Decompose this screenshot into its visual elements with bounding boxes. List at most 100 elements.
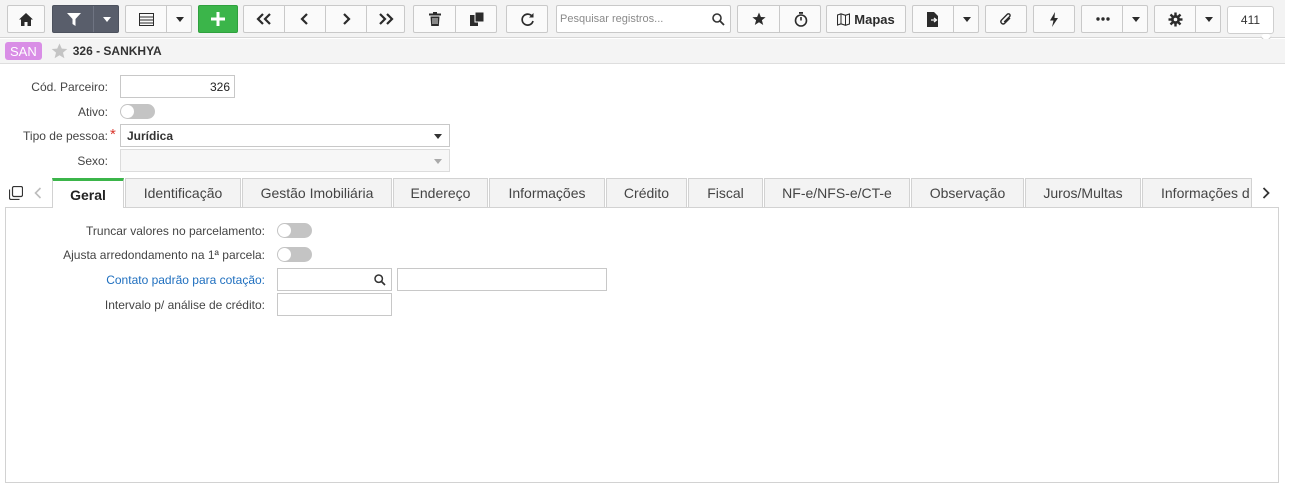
settings-dropdown-icon[interactable] — [1205, 17, 1213, 22]
paperclip-icon — [1000, 12, 1011, 25]
record-title: 326 - SANKHYA — [72, 44, 162, 58]
tab-fiscal[interactable]: Fiscal — [688, 178, 763, 207]
first-icon — [256, 13, 271, 25]
favorite-star-icon[interactable] — [51, 43, 68, 59]
more-dropdown-icon[interactable] — [1132, 17, 1140, 22]
tab-label: Geral — [70, 186, 106, 203]
tab-label: Gestão Imobiliária — [260, 185, 374, 201]
refresh-button[interactable] — [506, 5, 548, 33]
ajusta-label: Ajusta arredondamento na 1ª parcela: — [63, 248, 265, 262]
cod-parceiro-value: 326 — [209, 80, 230, 94]
tab-identificacao[interactable]: Identificação — [125, 178, 241, 207]
ativo-toggle[interactable] — [120, 104, 155, 119]
grid-view-button[interactable] — [125, 5, 192, 33]
settings-button[interactable] — [1154, 5, 1221, 33]
map-icon — [837, 12, 851, 26]
tab-observacao[interactable]: Observação — [911, 178, 1024, 207]
cod-parceiro-label: Cód. Parceiro: — [31, 80, 108, 94]
home-icon — [19, 12, 33, 26]
chevron-right-icon[interactable] — [1262, 187, 1270, 199]
tab-geral[interactable]: Geral — [52, 178, 124, 208]
tab-label: Identificação — [143, 185, 223, 201]
gear-icon — [1168, 12, 1183, 27]
trash-icon — [428, 12, 441, 26]
add-icon — [211, 12, 225, 26]
record-actions-group — [413, 5, 497, 33]
maps-label: Mapas — [854, 11, 895, 27]
chevron-down-icon — [434, 159, 442, 164]
cod-parceiro-field[interactable]: 326 — [120, 75, 235, 98]
previous-record-button[interactable] — [285, 6, 325, 32]
export-button[interactable] — [912, 5, 979, 33]
search-icon[interactable] — [712, 13, 725, 26]
favorites-timer-group — [737, 5, 821, 33]
truncar-toggle[interactable] — [277, 223, 312, 238]
export-dropdown-icon[interactable] — [963, 17, 971, 22]
next-record-button[interactable] — [326, 6, 366, 32]
intervalo-label: Intervalo p/ análise de crédito: — [104, 298, 265, 312]
first-record-button[interactable] — [244, 6, 284, 32]
home-button[interactable] — [7, 5, 45, 33]
previous-icon — [300, 13, 308, 25]
tipo-pessoa-value: Jurídica — [127, 129, 174, 143]
filter-icon — [67, 13, 81, 26]
tab-label: NF-e/NFS-e/CT-e — [782, 185, 892, 201]
view-dropdown-icon[interactable] — [176, 17, 184, 22]
delete-button[interactable] — [414, 6, 455, 32]
add-button[interactable] — [198, 5, 238, 33]
actions-button[interactable] — [1033, 5, 1075, 33]
last-record-button[interactable] — [367, 6, 405, 32]
tab-gestao-imobiliaria[interactable]: Gestão Imobiliária — [242, 178, 392, 207]
navigation-group — [243, 5, 405, 33]
tab-endereco[interactable]: Endereço — [393, 178, 488, 207]
contato-label[interactable]: Contato padrão para cotação: — [6, 273, 265, 287]
star-icon — [751, 12, 766, 25]
copy-icon — [469, 12, 484, 26]
refresh-icon — [520, 12, 534, 26]
truncar-label: Truncar valores no parcelamento: — [86, 224, 265, 238]
lightning-icon — [1050, 11, 1058, 27]
tab-label: Observação — [929, 185, 1006, 201]
tab-strip: Geral Identificação Gestão Imobiliária E… — [0, 178, 1285, 208]
ajusta-toggle[interactable] — [277, 247, 312, 262]
more-icon — [1096, 17, 1110, 21]
search-input[interactable] — [560, 9, 708, 29]
tab-juros-multas[interactable]: Juros/Multas — [1025, 178, 1141, 207]
next-icon — [343, 13, 351, 25]
tipo-pessoa-select[interactable]: Jurídica — [120, 124, 450, 147]
geral-panel: Truncar valores no parcelamento: Ajusta … — [5, 207, 1279, 483]
attachments-button[interactable] — [985, 5, 1027, 33]
filter-dropdown-icon[interactable] — [103, 17, 111, 22]
record-counter: 411 — [1227, 6, 1274, 34]
grid-view-icon — [139, 13, 154, 26]
tab-label: Endereço — [410, 185, 471, 201]
tab-informacoes[interactable]: Informações — [489, 178, 605, 207]
record-badge: SAN — [5, 42, 42, 60]
intervalo-field[interactable] — [277, 293, 392, 316]
tab-label: Fiscal — [707, 185, 744, 201]
tab-nfe-nfse-cte[interactable]: NF-e/NFS-e/CT-e — [764, 178, 910, 207]
sexo-select[interactable] — [120, 149, 450, 172]
sexo-label: Sexo: — [77, 154, 108, 168]
tab-label: Crédito — [623, 185, 670, 201]
tipo-pessoa-label: Tipo de pessoa: — [23, 129, 108, 143]
maps-button[interactable]: Mapas — [826, 5, 906, 33]
contato-code-field[interactable] — [277, 268, 392, 291]
timer-button[interactable] — [780, 6, 821, 32]
tab-credito[interactable]: Crédito — [606, 178, 687, 207]
filter-button[interactable] — [52, 5, 119, 33]
last-icon — [379, 13, 394, 25]
favorite-button[interactable] — [738, 6, 779, 32]
contato-description-field[interactable] — [397, 268, 607, 291]
search-box — [556, 5, 731, 33]
tab-informacoes-d[interactable]: Informações d — [1142, 178, 1252, 207]
search-icon[interactable] — [374, 274, 386, 286]
more-button[interactable] — [1081, 5, 1148, 33]
vertical-scrollbar[interactable] — [1286, 0, 1300, 487]
ativo-label: Ativo: — [77, 105, 108, 119]
chevron-left-icon[interactable] — [34, 187, 42, 199]
duplicate-button[interactable] — [456, 6, 497, 32]
detach-window-icon[interactable] — [9, 186, 23, 200]
tab-label: Informações d — [1161, 185, 1250, 201]
tab-label: Juros/Multas — [1043, 185, 1123, 201]
